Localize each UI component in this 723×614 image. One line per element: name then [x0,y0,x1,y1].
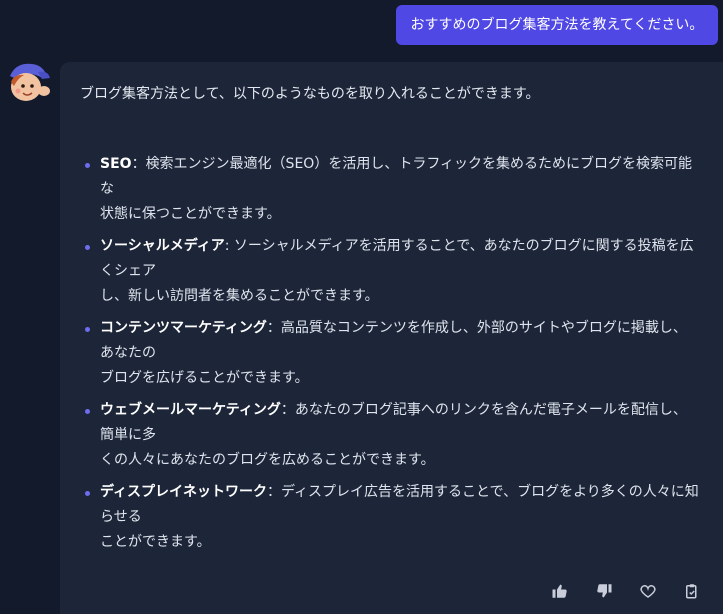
item-separator: ： [131,156,146,172]
user-message-bubble: おすすめのブログ集客方法を教えてください。 [396,5,718,45]
item-text-line1: 検索エンジン最適化（SEO）を活用し、トラフィックを集めるためにブログを検索可能… [100,156,693,197]
item-term: SEO [100,156,132,172]
list-item: ディスプレイネットワーク：ディスプレイ広告を活用することで、ブログをより多くの人… [80,480,700,562]
item-separator: ： [267,484,282,500]
item-text-line2: ことができます。 [100,534,211,550]
item-separator: ： [266,320,281,336]
item-term: ソーシャルメディア [100,238,225,254]
list-item: ウェブメールマーケティング：あなたのブログ記事へのリンクを含んだ電子メールを配信… [80,398,700,480]
copy-icon[interactable] [679,578,705,604]
thumbs-up-glyph [552,584,567,598]
item-text-line2: くの人々にあなたのブログを広めることができます。 [100,452,435,468]
bullet-icon [85,409,90,414]
item-text-line2: 状態に保つことができます。 [100,206,281,222]
avatar-character-icon [10,63,50,101]
item-separator: : [224,238,230,254]
item-term: コンテンツマーケティング [100,320,267,336]
list-item: ソーシャルメディア: ソーシャルメディアを活用することで、あなたのブログに関する… [80,234,700,316]
answer-list: SEO：検索エンジン最適化（SEO）を活用し、トラフィックを集めるためにブログを… [80,152,700,562]
item-term: ウェブメールマーケティング [100,402,281,418]
answer-intro: ブログ集客方法として、以下のようなものを取り入れることができます。 [80,86,540,102]
copy-glyph [686,584,697,599]
bullet-icon [85,327,90,332]
heart-glyph [640,585,656,598]
assistant-avatar [2,58,54,108]
user-message-text: おすすめのブログ集客方法を教えてください。 [410,17,704,33]
thumbs-down-icon[interactable] [591,578,617,604]
item-text-line2: し、新しい訪問者を集めることができます。 [100,288,379,304]
thumbs-up-icon[interactable] [547,578,573,604]
item-separator: ： [280,402,295,418]
list-item: コンテンツマーケティング：高品質なコンテンツを作成し、外部のサイトやブログに掲載… [80,316,700,398]
bullet-icon [85,491,90,496]
assistant-answer-card: ブログ集客方法として、以下のようなものを取り入れることができます。 SEO：検索… [60,62,723,614]
chat-page: おすすめのブログ集客方法を教えてください。 ブログ集客方法として、以下のようなも… [0,0,723,614]
item-term: ディスプレイネットワーク [100,484,268,500]
item-text-line2: ブログを広げることができます。 [100,370,309,386]
thumbs-down-glyph [597,584,612,598]
answer-actions [547,578,705,604]
list-item: SEO：検索エンジン最適化（SEO）を活用し、トラフィックを集めるためにブログを… [80,152,700,234]
bullet-icon [85,245,90,250]
heart-icon[interactable] [635,578,661,604]
bullet-icon [85,163,90,168]
